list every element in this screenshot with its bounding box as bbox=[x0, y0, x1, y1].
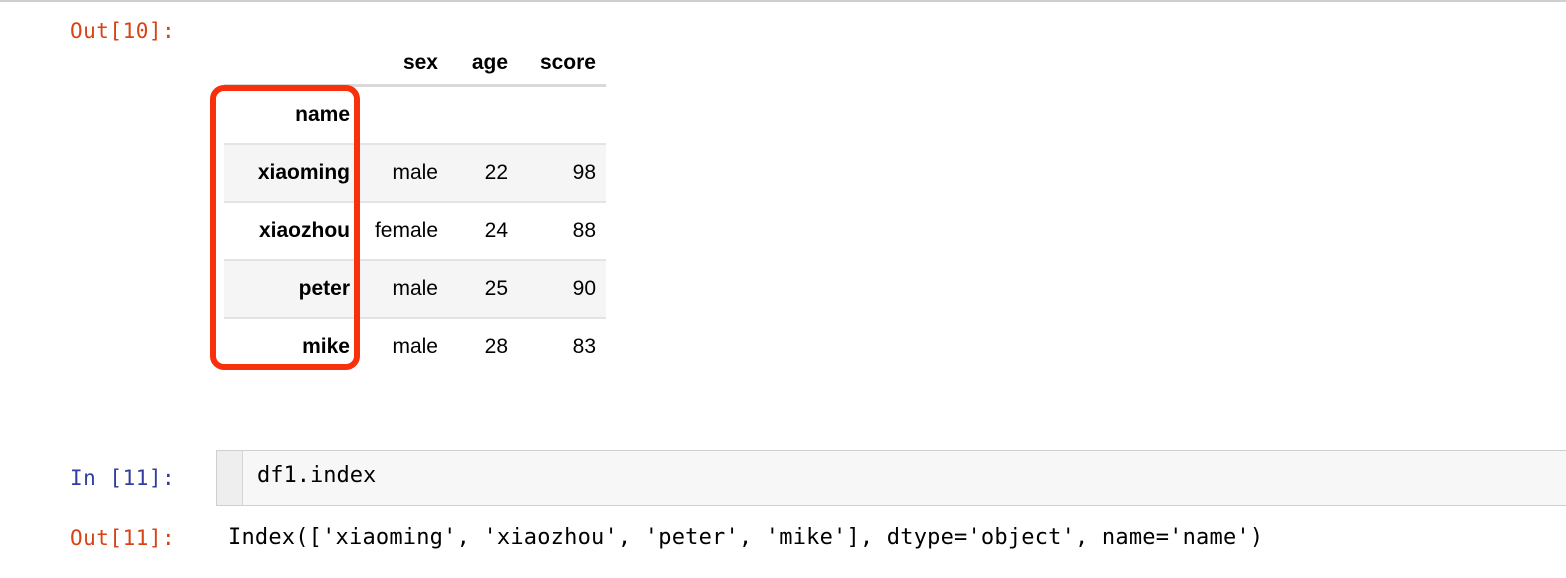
index-name-row: name bbox=[224, 84, 606, 144]
index-name-row-blank-age bbox=[448, 84, 518, 144]
code-cell-gutter bbox=[217, 451, 243, 505]
cell-age-xiaozhou: 24 bbox=[448, 201, 518, 260]
column-header-age: age bbox=[471, 51, 508, 74]
column-header-sex: sex bbox=[402, 51, 438, 74]
table-row: xiaozhou female 24 88 bbox=[224, 201, 606, 260]
notebook-top-divider bbox=[0, 0, 1566, 2]
cell-score-xiaozhou: 88 bbox=[518, 201, 606, 260]
cell-score-xiaoming: 98 bbox=[518, 143, 606, 202]
cell-age-peter: 25 bbox=[448, 259, 518, 318]
cell-age-xiaoming: 22 bbox=[448, 143, 518, 202]
dataframe-header: sex age score bbox=[224, 48, 606, 86]
dataframe-table: sex age score name xiaoming male 22 98 x… bbox=[224, 48, 606, 375]
out-prompt-10: Out[10]: bbox=[70, 19, 176, 43]
cell-sex-xiaoming: male bbox=[364, 143, 448, 202]
cell-age-mike: 28 bbox=[448, 317, 518, 375]
cell-score-peter: 90 bbox=[518, 259, 606, 318]
code-input-cell-11[interactable]: df1.index bbox=[216, 450, 1566, 506]
cell-sex-xiaozhou: female bbox=[364, 201, 448, 260]
index-name-label: name bbox=[224, 84, 364, 144]
index-name-row-blank-score bbox=[518, 84, 606, 144]
output-text-11: Index(['xiaoming', 'xiaozhou', 'peter', … bbox=[228, 525, 1264, 550]
row-index-peter: peter bbox=[224, 259, 364, 318]
table-header-row: sex age score bbox=[224, 48, 606, 86]
in-prompt-11: In [11]: bbox=[70, 466, 176, 490]
column-header-score: score bbox=[539, 51, 596, 74]
row-index-xiaoming: xiaoming bbox=[224, 143, 364, 202]
header-corner-blank bbox=[224, 48, 364, 86]
out-prompt-11: Out[11]: bbox=[70, 526, 176, 550]
code-input-text[interactable]: df1.index bbox=[257, 463, 376, 488]
index-name-row-blank-sex bbox=[364, 84, 448, 144]
table-row: xiaoming male 22 98 bbox=[224, 143, 606, 202]
row-index-xiaozhou: xiaozhou bbox=[224, 201, 364, 260]
table-row: peter male 25 90 bbox=[224, 259, 606, 318]
cell-score-mike: 83 bbox=[518, 317, 606, 375]
cell-sex-mike: male bbox=[364, 317, 448, 375]
table-row: mike male 28 83 bbox=[224, 317, 606, 375]
cell-sex-peter: male bbox=[364, 259, 448, 318]
dataframe-body: name xiaoming male 22 98 xiaozhou female… bbox=[224, 84, 606, 375]
row-index-mike: mike bbox=[224, 317, 364, 375]
